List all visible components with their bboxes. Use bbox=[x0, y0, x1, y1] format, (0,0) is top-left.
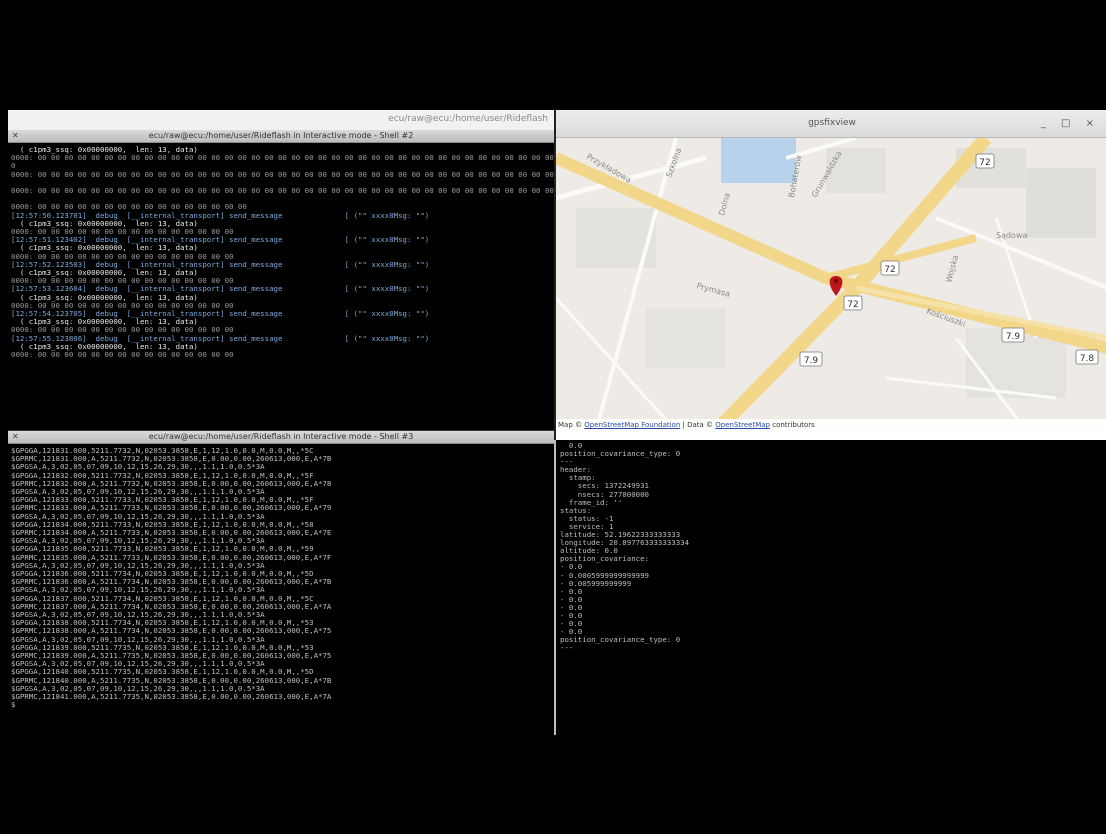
terminal-bottom-output[interactable]: $GPGGA,121831.000,5211.7732,N,02053.3858… bbox=[8, 444, 554, 713]
map-view[interactable]: Przykładowa Szkolna Bohaterów Dolna Grun… bbox=[556, 138, 1106, 431]
terminal-line: $GPRMC,121841.000,A,5211.7735,N,02053.38… bbox=[11, 692, 332, 702]
terminal-line: - 0.0005999999999999 bbox=[560, 570, 649, 580]
window-controls[interactable]: _ □ × bbox=[1041, 110, 1100, 137]
svg-text:72: 72 bbox=[847, 300, 858, 310]
road-shield: 7.8 bbox=[1075, 349, 1099, 365]
close-icon[interactable]: ✕ bbox=[12, 431, 19, 443]
terminal-top-titlebar[interactable]: ✕ ecu/raw@ecu:/home/user/Rideflash in In… bbox=[8, 130, 554, 143]
terminal-line: 0000: 00 00 00 00 00 00 00 00 00 00 00 0… bbox=[11, 169, 554, 179]
terminal-line: - 0.0 bbox=[560, 602, 583, 612]
svg-text:7.9: 7.9 bbox=[1006, 332, 1021, 342]
terminal-line: 0000: 00 00 00 00 00 00 00 00 00 00 00 0… bbox=[11, 186, 554, 196]
terminal-top-title: ecu/raw@ecu:/home/user/Rideflash in Inte… bbox=[148, 131, 414, 140]
terminal-line: position_covariance_type: 0 bbox=[560, 449, 681, 459]
map-attribution: Map © OpenStreetMap Foundation | Data © … bbox=[556, 419, 1106, 431]
terminal-line: - 0.0 bbox=[560, 619, 583, 629]
attribution-link-osmf[interactable]: OpenStreetMap Foundation bbox=[584, 421, 680, 429]
terminal-line: position_covariance_type: 0 bbox=[560, 635, 681, 645]
terminal-line: frame_id: '' bbox=[560, 497, 623, 507]
road-shield: 7.9 bbox=[1001, 327, 1025, 343]
attribution-link-osm[interactable]: OpenStreetMap bbox=[715, 421, 770, 429]
water-area bbox=[721, 138, 796, 183]
terminal-line: status: -1 bbox=[560, 513, 614, 523]
terminal-line: $ bbox=[11, 700, 16, 710]
terminal-bottom-right[interactable]: 0.0 position_covariance_type: 0 --- header:… bbox=[554, 440, 1106, 735]
terminal-line: --- bbox=[560, 643, 574, 653]
svg-text:72: 72 bbox=[884, 265, 895, 275]
terminal-right-output[interactable]: 0.0 position_covariance_type: 0 --- header:… bbox=[556, 440, 1106, 654]
map-canvas[interactable]: Przykładowa Szkolna Bohaterów Dolna Grun… bbox=[556, 138, 1106, 431]
terminal-line: --- bbox=[560, 457, 574, 467]
terminal-line: - 0.005999999999 bbox=[560, 578, 632, 588]
top-window-strip: ecu/raw@ecu:/home/user/Rideflash bbox=[8, 110, 554, 131]
road-shield: 72 bbox=[880, 260, 900, 276]
svg-text:7.8: 7.8 bbox=[1080, 354, 1095, 364]
map-window-title: gpsfixview bbox=[808, 118, 856, 128]
terminal-line: 0000: 00 00 00 00 00 00 00 00 00 00 00 0… bbox=[11, 153, 554, 163]
road-shield: 72 bbox=[975, 153, 995, 169]
svg-text:7.9: 7.9 bbox=[804, 356, 819, 366]
terminal-bottom-left[interactable]: ✕ ecu/raw@ecu:/home/user/Rideflash in In… bbox=[8, 430, 554, 736]
map-window[interactable]: gpsfixview _ □ × Przykładowa Szkolna Boh… bbox=[554, 110, 1106, 440]
terminal-bottom-title: ecu/raw@ecu:/home/user/Rideflash in Inte… bbox=[148, 432, 414, 441]
terminal-top-output[interactable]: ( c1pm3_ssq: 0x00000000, len: 13, data) 0… bbox=[8, 143, 554, 362]
svg-text:72: 72 bbox=[979, 158, 990, 168]
terminal-line: status: bbox=[560, 505, 592, 515]
terminal-line: longitude: 20.897763333333334 bbox=[560, 538, 690, 548]
terminal-line: - 0.0 bbox=[560, 594, 583, 604]
terminal-line: - 0.0 bbox=[560, 610, 583, 620]
close-icon[interactable]: ✕ bbox=[12, 130, 19, 142]
map-label: Sądowa bbox=[996, 231, 1027, 240]
terminal-bottom-titlebar[interactable]: ✕ ecu/raw@ecu:/home/user/Rideflash in In… bbox=[8, 431, 554, 444]
road-shield: 7.9 bbox=[799, 351, 823, 367]
terminal-line: nsecs: 277000000 bbox=[560, 489, 649, 499]
terminal-line: header: bbox=[560, 465, 592, 475]
terminal-line: position_covariance: bbox=[560, 554, 649, 564]
top-strip-text: ecu/raw@ecu:/home/user/Rideflash bbox=[388, 114, 548, 124]
terminal-top-left[interactable]: ✕ ecu/raw@ecu:/home/user/Rideflash in In… bbox=[8, 130, 554, 430]
desktop: ecu/raw@ecu:/home/user/Rideflash ✕ ecu/r… bbox=[8, 110, 1106, 736]
road-shield: 72 bbox=[843, 295, 863, 311]
terminal-line: 0000: 00 00 00 00 00 00 00 00 00 00 00 0… bbox=[11, 350, 234, 360]
map-window-titlebar[interactable]: gpsfixview _ □ × bbox=[556, 110, 1106, 138]
terminal-line: - 0.0 bbox=[560, 586, 583, 596]
